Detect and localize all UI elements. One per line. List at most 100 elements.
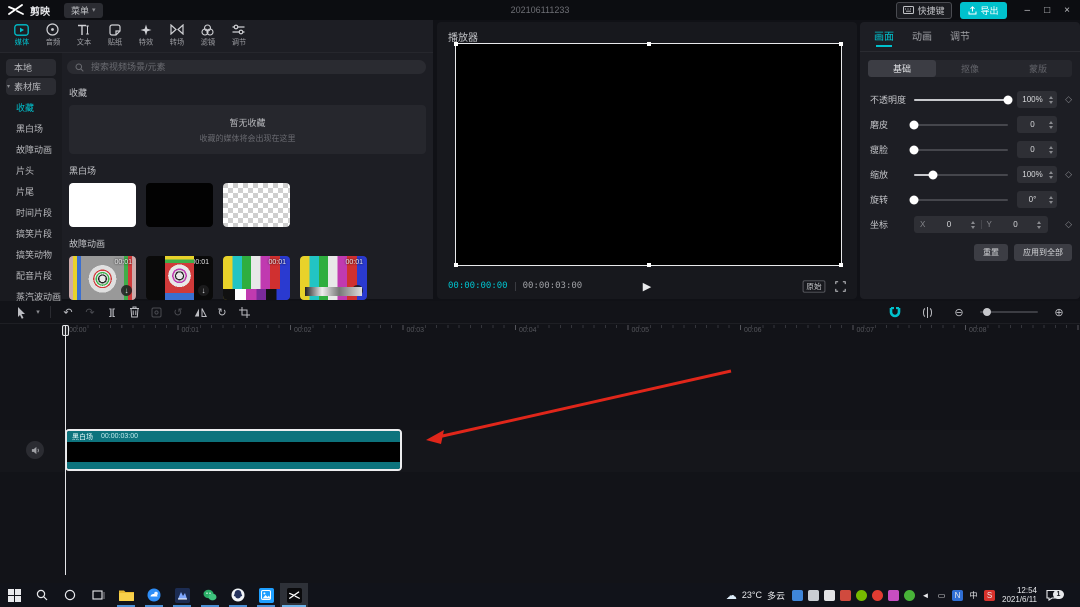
ratio-button[interactable]: 原始 — [803, 280, 826, 292]
value-stepper[interactable] — [1048, 196, 1057, 204]
media-tab-sticker[interactable]: 贴纸 — [99, 22, 130, 48]
weather-widget[interactable]: ☁ 23°C 多云 — [726, 589, 785, 602]
properties-tab[interactable]: 动画 — [912, 28, 932, 46]
timeline-clip[interactable]: 黑白场 00:00:03:00 — [65, 429, 402, 471]
keyframe-diamond[interactable]: ◇ — [1057, 169, 1072, 180]
image-app-icon[interactable] — [252, 583, 280, 607]
sidebar-item[interactable]: 搞笑片段 — [0, 223, 62, 244]
file-explorer-icon[interactable] — [112, 583, 140, 607]
value-stepper[interactable] — [1048, 96, 1057, 104]
search-input[interactable] — [89, 61, 418, 73]
properties-tab[interactable]: 调节 — [950, 28, 970, 46]
property-slider[interactable] — [914, 124, 1008, 126]
browser-icon[interactable] — [140, 583, 168, 607]
download-icon[interactable]: ↓ — [198, 285, 209, 296]
display-icon[interactable]: ▭ — [936, 590, 947, 601]
shortcuts-button[interactable]: 快捷键 — [896, 2, 952, 19]
start-button[interactable] — [0, 583, 28, 607]
value-box[interactable]: 0 — [1017, 141, 1057, 158]
material-thumb-colorbars[interactable]: 00:01 — [223, 256, 290, 300]
nvidia-icon[interactable] — [856, 590, 867, 601]
properties-tab[interactable]: 画面 — [874, 28, 894, 46]
material-thumb-testcard-portrait[interactable]: 00:01↓ — [146, 256, 213, 300]
wechat-tray-icon[interactable] — [904, 590, 915, 601]
select-tool-icon[interactable] — [10, 304, 32, 320]
material-thumb-transparent[interactable] — [223, 183, 290, 227]
security-shield-icon[interactable] — [792, 590, 803, 601]
preview-axis-icon[interactable] — [916, 304, 938, 320]
value-box[interactable]: 0° — [1017, 191, 1057, 208]
play-button[interactable]: ▶ — [643, 280, 651, 293]
zoom-in-icon[interactable]: ⊕ — [1048, 304, 1070, 320]
menu-button[interactable]: 菜单 ▾ — [64, 3, 103, 18]
sidebar-item[interactable]: 时间片段 — [0, 202, 62, 223]
sidebar-item[interactable]: 故障动画 — [0, 139, 62, 160]
media-tab-filter[interactable]: 滤镜 — [192, 22, 223, 48]
track-mute-button[interactable] — [26, 441, 44, 459]
selection-handle[interactable] — [839, 263, 843, 267]
map-app-icon[interactable] — [168, 583, 196, 607]
close-button[interactable]: × — [1064, 5, 1070, 16]
sidebar-item[interactable]: 片头 — [0, 160, 62, 181]
media-tab-text[interactable]: 文本 — [68, 22, 99, 48]
reset-button[interactable]: 重置 — [974, 244, 1008, 261]
download-icon[interactable]: ↓ — [352, 285, 363, 296]
qq-icon[interactable] — [224, 583, 252, 607]
position-x-stepper[interactable] — [970, 221, 979, 229]
slider-knob[interactable] — [928, 170, 937, 179]
slider-knob[interactable] — [910, 195, 919, 204]
value-box[interactable]: 100% — [1017, 91, 1057, 108]
sogou-icon[interactable]: S — [984, 590, 995, 601]
sidebar-item[interactable]: 配音片段 — [0, 265, 62, 286]
material-thumb-colorbars-glitch[interactable]: 00:01↓ — [300, 256, 367, 300]
sidebar-item[interactable]: ▾素材库 — [6, 78, 56, 95]
slider-knob[interactable] — [910, 145, 919, 154]
search-bar[interactable] — [67, 60, 426, 74]
selection-handle[interactable] — [647, 263, 651, 267]
snipping-tool-icon[interactable] — [808, 590, 819, 601]
properties-subtab[interactable]: 基础 — [868, 60, 936, 77]
property-slider[interactable] — [914, 174, 1008, 176]
video-preview[interactable] — [455, 43, 842, 266]
keyframe-diamond[interactable]: ◇ — [1057, 94, 1072, 105]
property-slider[interactable] — [914, 199, 1008, 201]
split-icon[interactable]: ][ — [101, 304, 123, 320]
cortana-icon[interactable] — [56, 583, 84, 607]
record-dot-icon[interactable] — [872, 590, 883, 601]
apply-all-button[interactable]: 应用到全部 — [1014, 244, 1072, 261]
timeline-zoom-slider[interactable] — [980, 311, 1038, 313]
select-tool-chevron-icon[interactable]: ▾ — [32, 304, 44, 320]
microphone-icon[interactable] — [824, 590, 835, 601]
media-tab-transition[interactable]: 转场 — [161, 22, 192, 48]
material-thumb-black[interactable] — [146, 183, 213, 227]
playhead-handle[interactable] — [62, 325, 69, 336]
selection-handle[interactable] — [454, 263, 458, 267]
fullscreen-icon[interactable] — [835, 281, 846, 292]
sidebar-item[interactable]: 搞笑动物 — [0, 244, 62, 265]
material-thumb-testcard[interactable]: 00:01↓ — [69, 256, 136, 300]
properties-subtab[interactable]: 蒙版 — [1004, 60, 1072, 77]
reverse-icon[interactable]: ↺ — [167, 304, 189, 320]
selection-handle[interactable] — [454, 42, 458, 46]
taskbar-clock[interactable]: 12:54 2021/6/11 — [1002, 586, 1037, 604]
maximize-button[interactable]: □ — [1044, 5, 1050, 16]
wechat-icon[interactable] — [196, 583, 224, 607]
pink-app-icon[interactable] — [888, 590, 899, 601]
slider-knob[interactable] — [1004, 95, 1013, 104]
selection-handle[interactable] — [647, 42, 651, 46]
media-tab-effects[interactable]: 特效 — [130, 22, 161, 48]
export-button[interactable]: 导出 — [960, 2, 1007, 19]
sidebar-item[interactable]: 收藏 — [0, 97, 62, 118]
freeze-frame-icon[interactable] — [145, 304, 167, 320]
media-tab-adjust[interactable]: 调节 — [223, 22, 254, 48]
sidebar-item[interactable]: 黑白场 — [0, 118, 62, 139]
value-stepper[interactable] — [1048, 121, 1057, 129]
minimize-button[interactable]: – — [1025, 5, 1031, 16]
value-stepper[interactable] — [1048, 146, 1057, 154]
value-box[interactable]: 0 — [1017, 116, 1057, 133]
playhead[interactable] — [65, 325, 66, 575]
action-center-icon[interactable]: 1 — [1044, 589, 1065, 601]
ime-chinese-icon[interactable]: 中 — [968, 590, 979, 601]
crop-icon[interactable] — [233, 304, 255, 320]
timeline-ruler[interactable]: 00:0000:0100:0200:0300:0400:0500:0600:07… — [0, 324, 1080, 339]
